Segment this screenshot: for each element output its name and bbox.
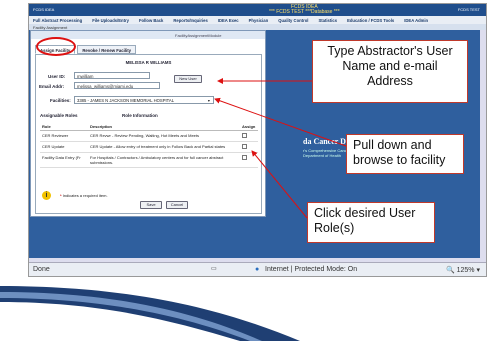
tab-highlight-oval	[36, 37, 76, 56]
title-center: FCDS IDEA *** FCDS TEST ***Database ***	[269, 4, 340, 15]
menu-item[interactable]: IDEA Exec	[218, 18, 239, 23]
menu-item[interactable]: Quality Control	[278, 18, 308, 23]
menu-item[interactable]: Physician	[249, 18, 269, 23]
role-name: Facility Data Entry (Fr	[40, 152, 88, 168]
role-name: CER Reviewer	[40, 130, 88, 142]
app-name: FCDS IDEA	[33, 7, 55, 12]
callout-type-name: Type Abstractor's User Name and e-mail A…	[312, 40, 468, 103]
user-id-label: User ID:	[48, 74, 66, 79]
info-icon: i	[42, 191, 51, 200]
facilities-label: Facilities:	[50, 98, 71, 103]
role-description: For Hospitals / Contractors / Ambulatory…	[88, 152, 240, 168]
facility-assignment-dialog: FacilityAssignmentModule Assign Facility…	[30, 30, 266, 217]
menu-item[interactable]: File Uploads/Entry	[92, 18, 129, 23]
facility-selected-value: 3385 - JAMES N JACKSON MEMORIAL HOSPITAL	[77, 98, 175, 103]
decorative-swoosh	[0, 286, 300, 341]
assign-checkbox[interactable]	[242, 144, 247, 149]
user-fullname: MELISSA R WILLIAMS	[125, 60, 172, 65]
menu-item[interactable]: Follow Back	[139, 18, 163, 23]
table-row: CER Update CER Update - Allow entry of t…	[40, 141, 258, 153]
app-right: FCDS TEST	[457, 7, 480, 12]
new-user-button[interactable]: New User	[174, 75, 202, 83]
assign-checkbox[interactable]	[242, 155, 247, 160]
menu-item[interactable]: IDEA Admin	[404, 18, 428, 23]
assignable-roles-heading: Assignable Roles	[40, 113, 78, 118]
menu-item[interactable]: Full Abstract Processing	[33, 18, 82, 23]
dialog-title: FacilityAssignmentModule	[175, 33, 222, 38]
title-bar: FCDS IDEA FCDS IDEA *** FCDS TEST ***Dat…	[29, 4, 486, 16]
column-header: Assign	[240, 123, 258, 131]
table-row: CER Reviewer CER Revwr - Review Pending,…	[40, 130, 258, 142]
assign-panel: MELISSA R WILLIAMS User ID: mwilliam New…	[35, 54, 262, 214]
monitor-icon: ▭	[211, 266, 217, 272]
assign-checkbox[interactable]	[242, 133, 247, 138]
callout-click-role: Click desired User Role(s)	[307, 202, 435, 243]
menu-item[interactable]: Education / FCDS Tools	[347, 18, 394, 23]
role-information-heading: Role Information	[122, 113, 158, 118]
tab-revoke-renew-facility[interactable]: Revoke / Renew Facility	[77, 45, 137, 54]
main-menu: Full Abstract Processing File Uploads/Ent…	[29, 16, 486, 24]
column-header: Description	[88, 123, 240, 131]
chevron-down-icon: ▾	[207, 98, 210, 103]
facility-select[interactable]: 3385 - JAMES N JACKSON MEMORIAL HOSPITAL…	[74, 96, 214, 104]
menu-item[interactable]: Reports/Inquiries	[173, 18, 207, 23]
callout-pull-down: Pull down and browse to facility	[346, 134, 464, 174]
role-description: CER Revwr - Review Pending, Waiting, Hot…	[88, 130, 240, 142]
email-label: Email Addr:	[39, 84, 65, 89]
required-note: * Indicates a required item.	[60, 193, 108, 198]
save-button[interactable]: Save	[140, 201, 162, 209]
roles-table: Role Description Assign CER Reviewer CER…	[40, 123, 258, 168]
table-row: Facility Data Entry (Fr For Hospitals / …	[40, 152, 258, 168]
role-description: CER Update - Allow entry of treatment on…	[88, 141, 240, 153]
role-name: CER Update	[40, 141, 88, 153]
column-header: Role	[40, 123, 88, 131]
user-id-input[interactable]: mwilliam	[74, 72, 150, 79]
email-input[interactable]: melissa_williams@miami.edu	[74, 82, 160, 89]
cancel-button[interactable]: Cancel	[166, 201, 188, 209]
vertical-scrollbar[interactable]	[480, 30, 486, 264]
menu-item[interactable]: Statistics	[318, 18, 337, 23]
